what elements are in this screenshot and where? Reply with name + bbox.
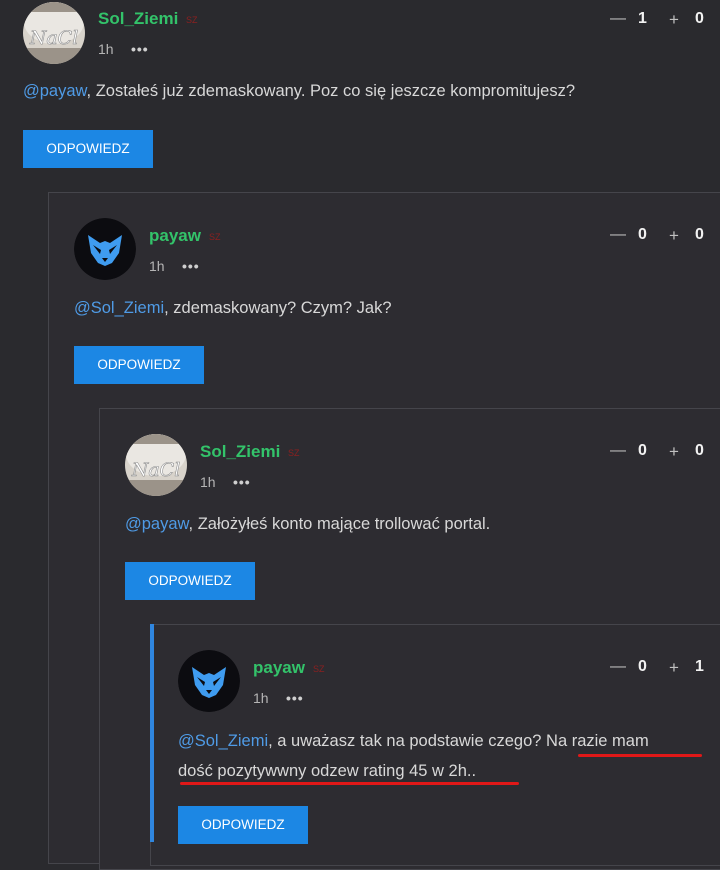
- upvote-count: 1: [695, 658, 704, 675]
- wolf-logo-avatar[interactable]: [178, 650, 240, 712]
- vote-controls: — 0 + 1: [610, 658, 720, 678]
- comment-text: , a uważasz tak na podstawie czego? Na r…: [268, 732, 649, 750]
- user-mention[interactable]: @Sol_Ziemi: [178, 732, 268, 750]
- red-highlight-underline-2: [180, 782, 519, 785]
- timestamp: 1h: [253, 690, 269, 706]
- username[interactable]: payaw: [253, 658, 305, 678]
- downvote-count: 0: [638, 658, 647, 675]
- user-badge: SZ: [313, 664, 325, 674]
- more-options-icon[interactable]: •••: [286, 690, 304, 706]
- red-highlight-underline-1: [578, 754, 702, 757]
- reply-button[interactable]: ODPOWIEDZ: [178, 806, 308, 844]
- comment-4: payaw SZ 1h ••• — 0 + 1 @Sol_Ziemi, a uw…: [0, 0, 720, 844]
- downvote-minus-icon[interactable]: —: [610, 658, 626, 676]
- comment-line-1: @Sol_Ziemi, a uważasz tak na podstawie c…: [178, 726, 718, 756]
- upvote-plus-icon[interactable]: +: [669, 658, 679, 678]
